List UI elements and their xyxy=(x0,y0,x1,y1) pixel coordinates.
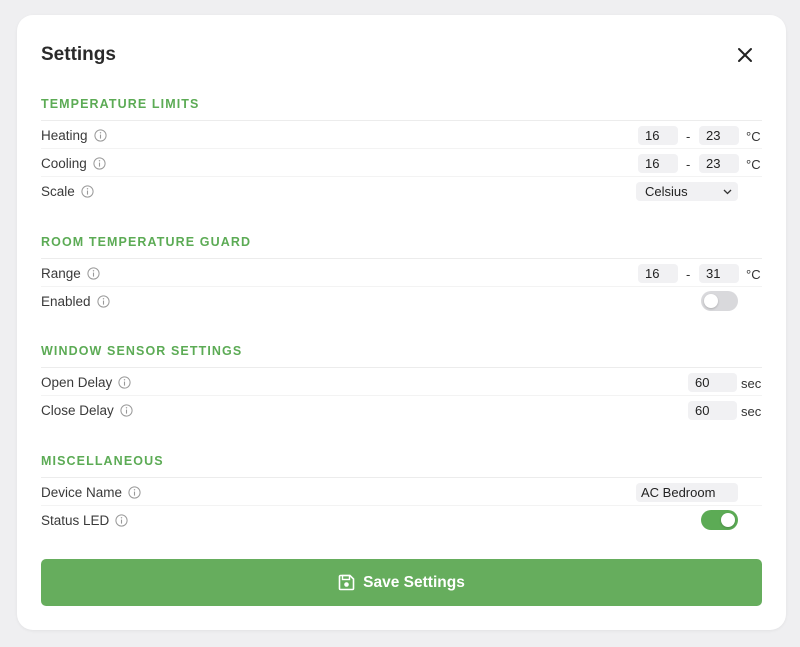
range-label: Range xyxy=(41,266,81,281)
status-led-label: Status LED xyxy=(41,513,110,528)
cooling-unit: °C xyxy=(746,157,761,172)
section-title: ROOM TEMPERATURE GUARD xyxy=(41,235,762,259)
info-icon[interactable] xyxy=(120,404,133,417)
cooling-min-input[interactable] xyxy=(638,154,678,173)
close-delay-unit: sec xyxy=(741,404,762,419)
floppy-disk-icon xyxy=(338,574,355,591)
range-dash: - xyxy=(686,157,691,172)
device-name-input[interactable] xyxy=(636,483,738,502)
info-icon[interactable] xyxy=(87,267,100,280)
open-delay-label: Open Delay xyxy=(41,375,113,390)
section-temperature-limits: TEMPERATURE LIMITS Heating - °C Cooling … xyxy=(41,97,762,205)
cooling-row: Cooling - °C xyxy=(41,149,762,177)
scale-value: Celsius xyxy=(645,184,688,199)
section-title: MISCELLANEOUS xyxy=(41,454,762,478)
heating-max-input[interactable] xyxy=(699,126,739,145)
dialog-title: Settings xyxy=(41,44,116,65)
section-window-sensor-settings: WINDOW SENSOR SETTINGS Open Delay sec Cl… xyxy=(41,344,762,424)
status-led-toggle[interactable] xyxy=(701,510,738,530)
section-title: TEMPERATURE LIMITS xyxy=(41,97,762,121)
info-icon[interactable] xyxy=(93,129,107,142)
range-min-input[interactable] xyxy=(638,264,678,283)
info-icon[interactable] xyxy=(118,376,131,389)
range-row: Range - °C xyxy=(41,259,762,287)
chevron-down-icon xyxy=(723,189,732,195)
heating-label: Heating xyxy=(41,128,88,143)
enabled-toggle[interactable] xyxy=(701,291,738,311)
info-icon[interactable] xyxy=(93,157,106,170)
heating-unit: °C xyxy=(746,129,761,144)
open-delay-unit: sec xyxy=(741,376,762,391)
range-max-input[interactable] xyxy=(699,264,739,283)
settings-dialog: Settings TEMPERATURE LIMITS Heating - °C… xyxy=(17,15,786,630)
section-title: WINDOW SENSOR SETTINGS xyxy=(41,344,762,368)
cooling-max-input[interactable] xyxy=(699,154,739,173)
scale-select[interactable]: Celsius xyxy=(636,182,738,201)
device-name-row: Device Name xyxy=(41,478,762,506)
close-delay-input[interactable] xyxy=(688,401,737,420)
open-delay-input[interactable] xyxy=(688,373,737,392)
scale-row: Scale Celsius xyxy=(41,177,762,205)
section-room-temperature-guard: ROOM TEMPERATURE GUARD Range - °C Enable… xyxy=(41,235,762,315)
info-icon[interactable] xyxy=(115,514,128,527)
enabled-label: Enabled xyxy=(41,294,91,309)
range-dash: - xyxy=(686,129,691,144)
save-button-label: Save Settings xyxy=(363,573,465,591)
toggle-knob xyxy=(721,513,735,527)
enabled-row: Enabled xyxy=(41,287,762,315)
cooling-label: Cooling xyxy=(41,156,87,171)
device-name-label: Device Name xyxy=(41,485,123,500)
close-icon[interactable] xyxy=(734,44,756,66)
toggle-knob xyxy=(704,294,718,308)
open-delay-row: Open Delay sec xyxy=(41,368,762,396)
range-unit: °C xyxy=(746,267,761,282)
heating-min-input[interactable] xyxy=(638,126,678,145)
section-miscellaneous: MISCELLANEOUS Device Name Status LED xyxy=(41,454,762,534)
save-settings-button[interactable]: Save Settings xyxy=(41,559,762,606)
info-icon[interactable] xyxy=(128,486,141,499)
info-icon[interactable] xyxy=(96,295,110,308)
close-delay-row: Close Delay sec xyxy=(41,396,762,424)
status-led-row: Status LED xyxy=(41,506,762,534)
scale-label: Scale xyxy=(41,184,75,199)
heating-row: Heating - °C xyxy=(41,121,762,149)
range-dash: - xyxy=(686,267,691,282)
info-icon[interactable] xyxy=(81,185,94,198)
close-delay-label: Close Delay xyxy=(41,403,114,418)
